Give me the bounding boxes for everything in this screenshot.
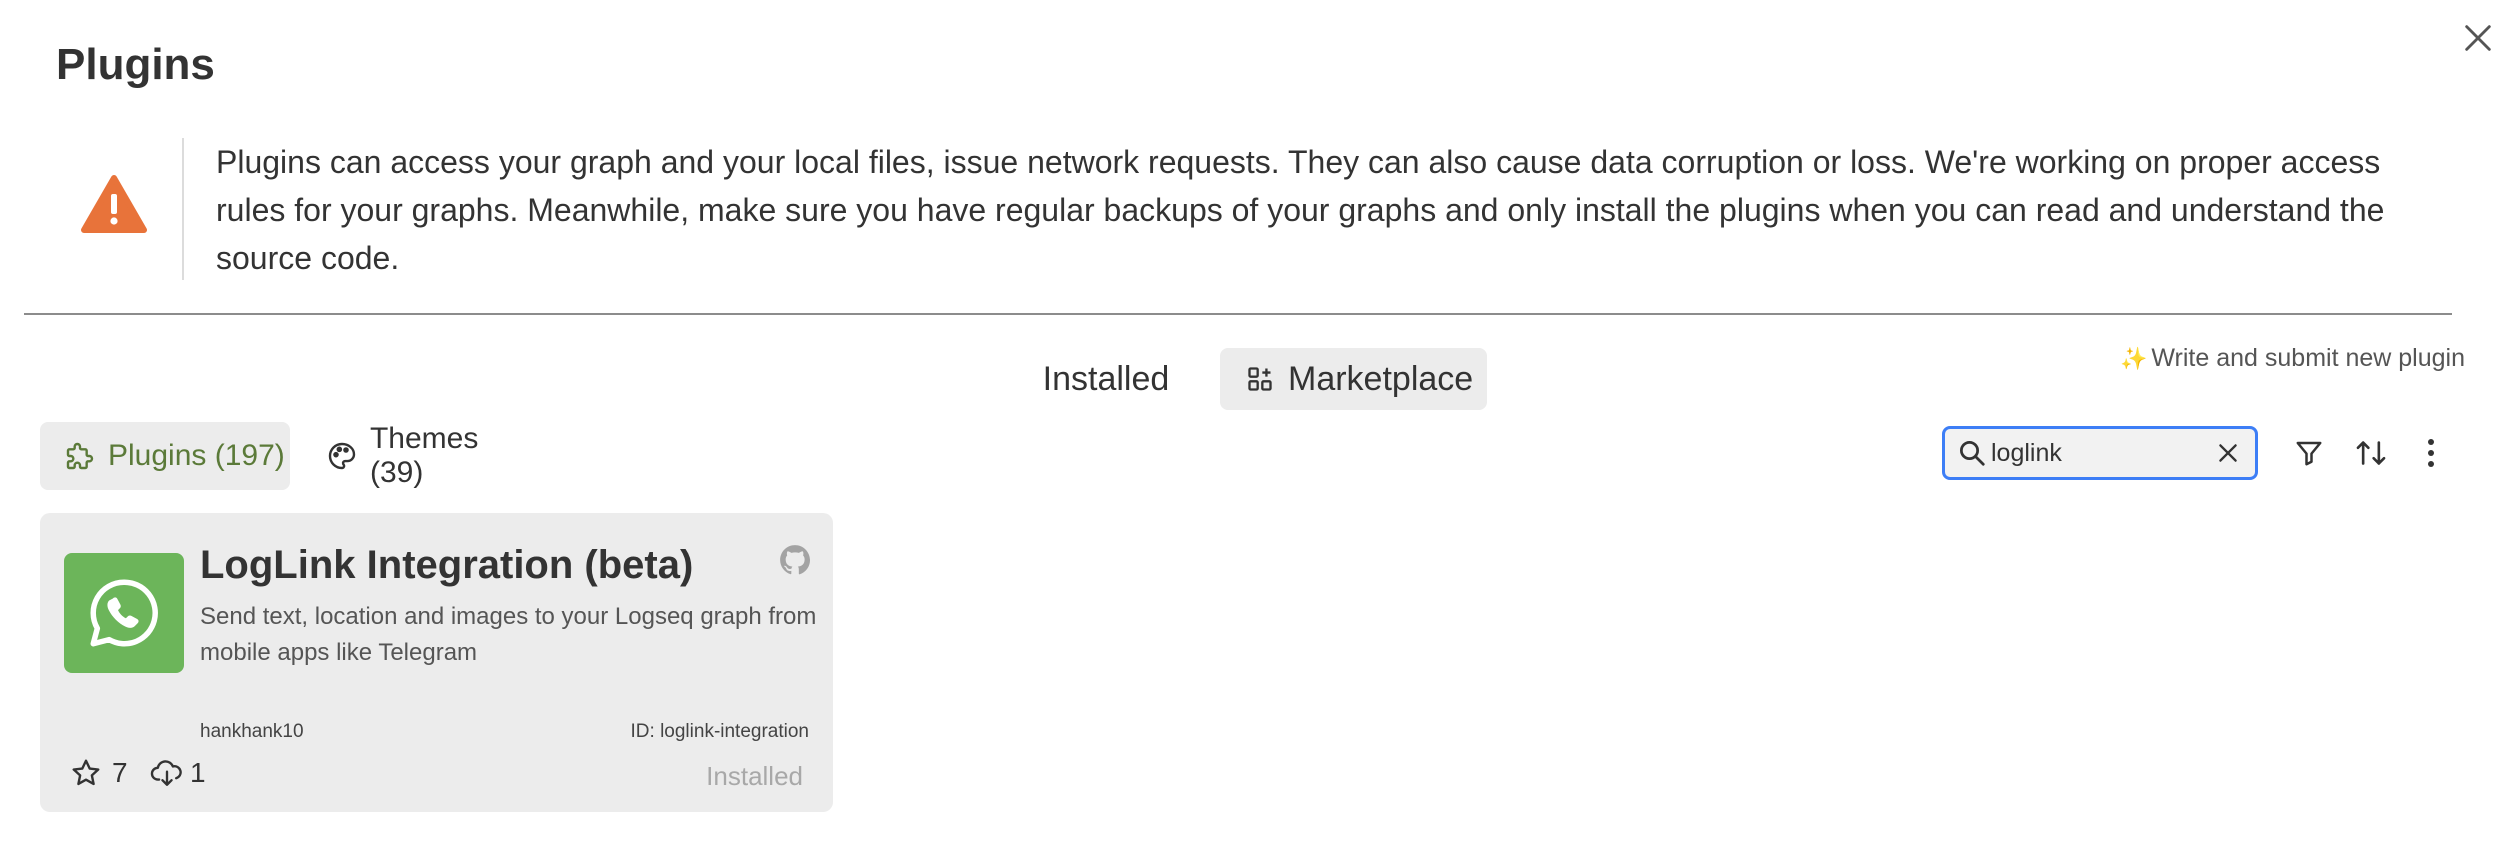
close-icon — [2219, 444, 2237, 462]
tab-installed-label: Installed — [1042, 359, 1170, 398]
warning-icon — [80, 174, 148, 234]
search-box[interactable] — [1942, 426, 2258, 480]
submit-plugin-link[interactable]: ✨ Write and submit new plugin — [2120, 344, 2465, 373]
filter-icon — [2296, 441, 2322, 466]
plugin-installed-status: Installed — [706, 761, 803, 791]
plugin-name: LogLink Integration (beta) — [200, 543, 694, 587]
whatsapp-icon — [90, 579, 158, 647]
tab-marketplace[interactable]: Marketplace — [1220, 348, 1487, 410]
plugin-downloads: 1 — [150, 757, 206, 789]
close-button[interactable] — [2450, 10, 2502, 66]
plugin-stars-count: 7 — [112, 757, 128, 788]
plugin-description: Send text, location and images to your L… — [200, 603, 817, 666]
star-icon — [72, 759, 100, 786]
plugin-logo — [64, 553, 184, 673]
warning-text: Plugins can access your graph and your l… — [216, 144, 2385, 276]
apps-icon — [1248, 367, 1272, 391]
more-menu-button[interactable] — [2406, 426, 2456, 480]
search-icon — [1960, 441, 1985, 466]
subtab-plugins[interactable]: Plugins (197) — [40, 422, 290, 490]
filter-button[interactable] — [2284, 426, 2334, 480]
plugin-downloads-count: 1 — [190, 757, 206, 788]
header-divider — [24, 313, 2452, 315]
plugin-author: hankhank10 — [200, 721, 304, 742]
github-link[interactable] — [778, 543, 812, 577]
palette-icon — [328, 442, 356, 470]
search-clear-button[interactable] — [2215, 440, 2241, 466]
page-title: Plugins — [56, 40, 215, 89]
sort-button[interactable] — [2346, 426, 2396, 480]
close-icon — [2465, 25, 2491, 51]
github-icon — [780, 545, 811, 575]
warning-divider — [182, 138, 184, 280]
sort-icon — [2356, 441, 2386, 465]
subtab-themes[interactable]: Themes (39) — [320, 422, 540, 490]
more-vertical-icon — [2428, 439, 2434, 467]
subtab-plugins-label: Plugins (197) — [108, 439, 285, 472]
submit-plugin-label: Write and submit new plugin — [2151, 344, 2465, 372]
search-input[interactable] — [1991, 438, 2191, 468]
tab-installed[interactable]: Installed — [1024, 348, 1188, 410]
puzzle-icon — [66, 442, 94, 470]
tab-marketplace-label: Marketplace — [1288, 359, 1474, 398]
plugin-id: ID: loglink-integration — [630, 721, 809, 742]
plugin-card[interactable]: LogLink Integration (beta) Send text, lo… — [40, 513, 833, 812]
subtab-themes-label: Themes (39) — [369, 422, 479, 489]
sparkles-icon: ✨ — [2120, 345, 2148, 371]
cloud-download-icon — [150, 760, 182, 786]
plugin-stars: 7 — [70, 757, 128, 789]
